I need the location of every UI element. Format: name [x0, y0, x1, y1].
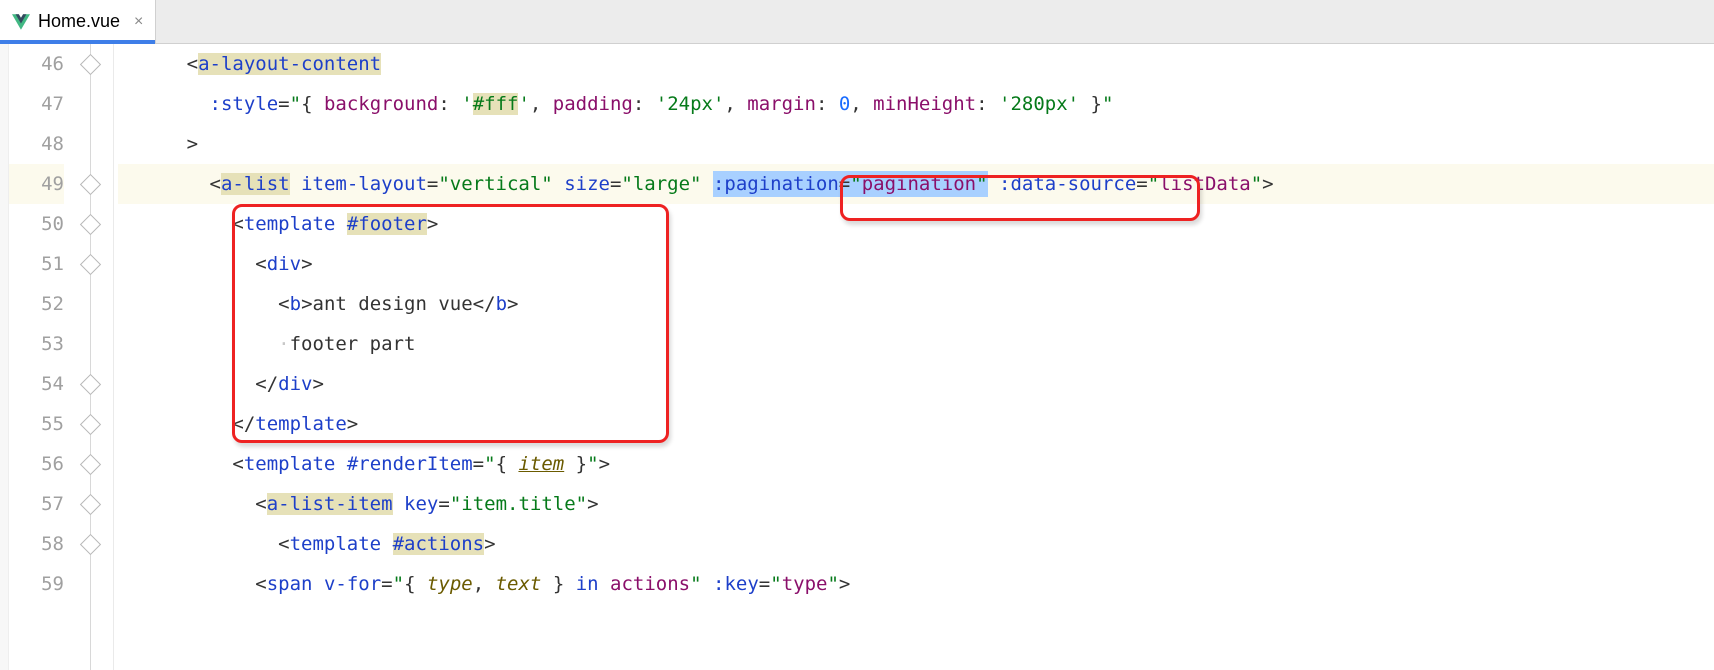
- line-number[interactable]: 48: [9, 124, 64, 164]
- code-line[interactable]: </div>: [118, 364, 1714, 404]
- gutter: 46 47 48 49 50 51 52 53 54 55 56 57 58 5…: [9, 44, 114, 670]
- fold-marker-icon[interactable]: [80, 174, 101, 195]
- vue-icon: [12, 13, 30, 31]
- code-line[interactable]: <template #footer>: [118, 204, 1714, 244]
- left-ribbon: [0, 44, 9, 670]
- fold-marker-icon[interactable]: [80, 534, 101, 555]
- line-number[interactable]: 50: [9, 204, 64, 244]
- tab-bar: Home.vue ×: [0, 0, 1714, 44]
- line-number[interactable]: 46: [9, 44, 64, 84]
- fold-marker-icon[interactable]: [80, 374, 101, 395]
- code-line[interactable]: <span v-for="{ type, text } in actions" …: [118, 564, 1714, 604]
- code-line[interactable]: :style="{ background: '#fff', padding: '…: [118, 84, 1714, 124]
- tab-filename: Home.vue: [38, 11, 120, 32]
- code-line[interactable]: ·footer part: [118, 324, 1714, 364]
- code-line[interactable]: <a-list item-layout="vertical" size="lar…: [118, 164, 1714, 204]
- fold-marker-icon[interactable]: [80, 54, 101, 75]
- code-line[interactable]: <template #renderItem="{ item }">: [118, 444, 1714, 484]
- code-line[interactable]: >: [118, 124, 1714, 164]
- code-area[interactable]: <a-layout-content :style="{ background: …: [114, 44, 1714, 670]
- line-number[interactable]: 56: [9, 444, 64, 484]
- fold-marker-icon[interactable]: [80, 214, 101, 235]
- fold-marker-icon[interactable]: [80, 254, 101, 275]
- line-number[interactable]: 49: [9, 164, 64, 204]
- code-line[interactable]: <a-list-item key="item.title">: [118, 484, 1714, 524]
- line-number[interactable]: 55: [9, 404, 64, 444]
- line-number[interactable]: 53: [9, 324, 64, 364]
- code-line[interactable]: <a-layout-content: [118, 44, 1714, 84]
- tab-home-vue[interactable]: Home.vue ×: [0, 0, 156, 43]
- line-number[interactable]: 59: [9, 564, 64, 604]
- line-number[interactable]: 54: [9, 364, 64, 404]
- line-number[interactable]: 51: [9, 244, 64, 284]
- code-line[interactable]: <div>: [118, 244, 1714, 284]
- code-line[interactable]: </template>: [118, 404, 1714, 444]
- editor: 46 47 48 49 50 51 52 53 54 55 56 57 58 5…: [0, 44, 1714, 670]
- line-number[interactable]: 47: [9, 84, 64, 124]
- code-line[interactable]: <template #actions>: [118, 524, 1714, 564]
- fold-marker-icon[interactable]: [80, 414, 101, 435]
- line-number[interactable]: 57: [9, 484, 64, 524]
- close-icon[interactable]: ×: [134, 13, 143, 31]
- line-number[interactable]: 58: [9, 524, 64, 564]
- code-line[interactable]: <b>ant design vue</b>: [118, 284, 1714, 324]
- fold-marker-icon[interactable]: [80, 454, 101, 475]
- line-numbers: 46 47 48 49 50 51 52 53 54 55 56 57 58 5…: [9, 44, 74, 670]
- fold-marker-icon[interactable]: [80, 494, 101, 515]
- line-number[interactable]: 52: [9, 284, 64, 324]
- fold-column: [74, 44, 114, 670]
